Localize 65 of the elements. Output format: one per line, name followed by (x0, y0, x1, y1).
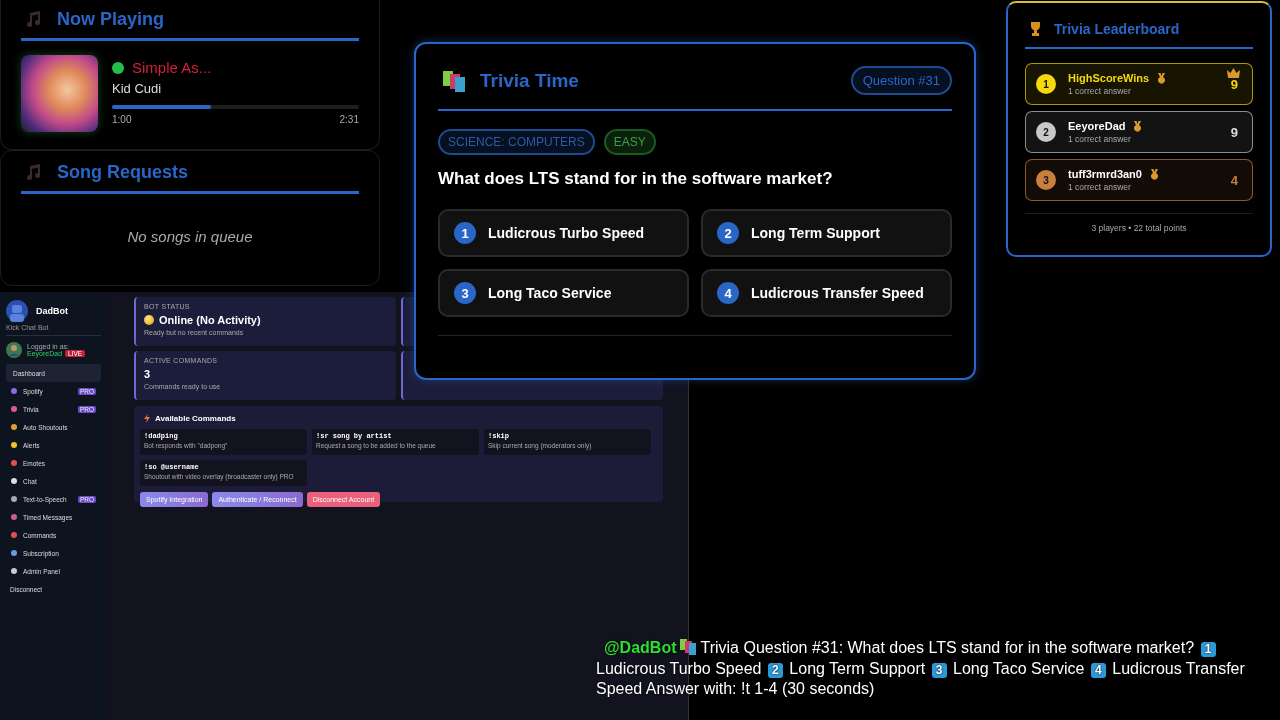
question-text: What does LTS stand for in the software market? (438, 169, 834, 189)
answer-number: 1 (454, 222, 476, 244)
question-number-badge: Question #31 (850, 66, 952, 95)
answer-count: 1 correct answer (1068, 134, 1132, 144)
answer-number: 4 (717, 282, 739, 304)
player-name: tuff3rmrd3an0 (1068, 168, 1142, 180)
stat-value: Online (No Activity) (159, 314, 261, 326)
rank-badge: 2 (1036, 122, 1056, 142)
dot-icon (11, 532, 17, 538)
dot-icon (11, 424, 17, 430)
dot-icon (11, 442, 17, 448)
answer-count: 1 correct answer (1068, 182, 1132, 192)
card-title: Trivia Leaderboard (1054, 21, 1180, 37)
answer-text: Long Taco Service (488, 285, 612, 301)
answer-number: 3 (454, 282, 476, 304)
dot-icon (11, 388, 17, 394)
robot-avatar-icon (6, 300, 28, 322)
dot-icon (11, 568, 17, 574)
section-title: Available Commands (155, 414, 236, 423)
player-score: 4 (1230, 172, 1238, 188)
lightning-icon (144, 414, 150, 423)
books-icon (680, 639, 697, 655)
bot-name: DadBot (36, 306, 68, 316)
panel-title: Song Requests (57, 161, 189, 183)
answer-text: Ludicrous Transfer Speed (751, 285, 924, 301)
answer-option[interactable]: 1 Ludicrous Turbo Speed (438, 209, 689, 257)
dot-icon (11, 550, 17, 556)
chat-message: @DadBot Trivia Question #31: What does LTS stand for in the software market? 1 Ludicrous Turbo Speed 2 Long Term Support 3 Long Taco Service 4 Ludicrous Transfer Speed Answer with: !t 1-4 (30 seconds) (595, 638, 1246, 699)
category-tag: SCIENCE: COMPUTERS (438, 129, 595, 155)
dot-icon (11, 460, 17, 466)
answer-option[interactable]: 2 Long Term Support (701, 209, 952, 257)
panel-title: Now Playing (57, 8, 164, 30)
player-name: HighScoreWins (1068, 72, 1150, 84)
answer-option[interactable]: 4 Ludicrous Transfer Speed (701, 269, 952, 317)
answer-count: 1 correct answer (1068, 86, 1132, 96)
rank-badge: 3 (1036, 170, 1056, 190)
player-score: 9 (1230, 76, 1238, 92)
medal-icon (1133, 120, 1143, 132)
music-note-icon (25, 10, 43, 28)
stat-value: 3 (144, 368, 151, 380)
answer-text: Ludicrous Turbo Speed (488, 225, 645, 241)
medal-icon (1157, 72, 1167, 84)
answer-number: 2 (717, 222, 739, 244)
answer-text: Long Term Support (751, 225, 880, 241)
dot-icon (11, 478, 17, 484)
books-icon (442, 69, 466, 92)
user-avatar-icon (6, 342, 22, 358)
dot-icon (11, 514, 17, 520)
rank-badge: 1 (1036, 74, 1056, 94)
track-title: Simple As... (132, 59, 212, 76)
difficulty-tag: EASY (603, 129, 656, 155)
music-note-icon (25, 163, 43, 181)
artist-name: Kid Cudi (112, 81, 163, 96)
leaderboard-summary: 3 players • 22 total points (1091, 223, 1187, 233)
elapsed-time: 1:00 (112, 114, 132, 125)
dot-icon (11, 406, 17, 412)
player-score: 9 (1230, 124, 1238, 140)
trophy-icon (1029, 21, 1042, 37)
card-title: Trivia Time (480, 69, 580, 92)
dot-icon (11, 496, 17, 502)
player-name: EeyoreDad (1068, 120, 1126, 132)
answer-option[interactable]: 3 Long Taco Service (438, 269, 689, 317)
medal-icon (1149, 168, 1159, 180)
empty-queue-text: No songs in queue (127, 228, 253, 245)
duration-time: 2:31 (339, 114, 359, 125)
